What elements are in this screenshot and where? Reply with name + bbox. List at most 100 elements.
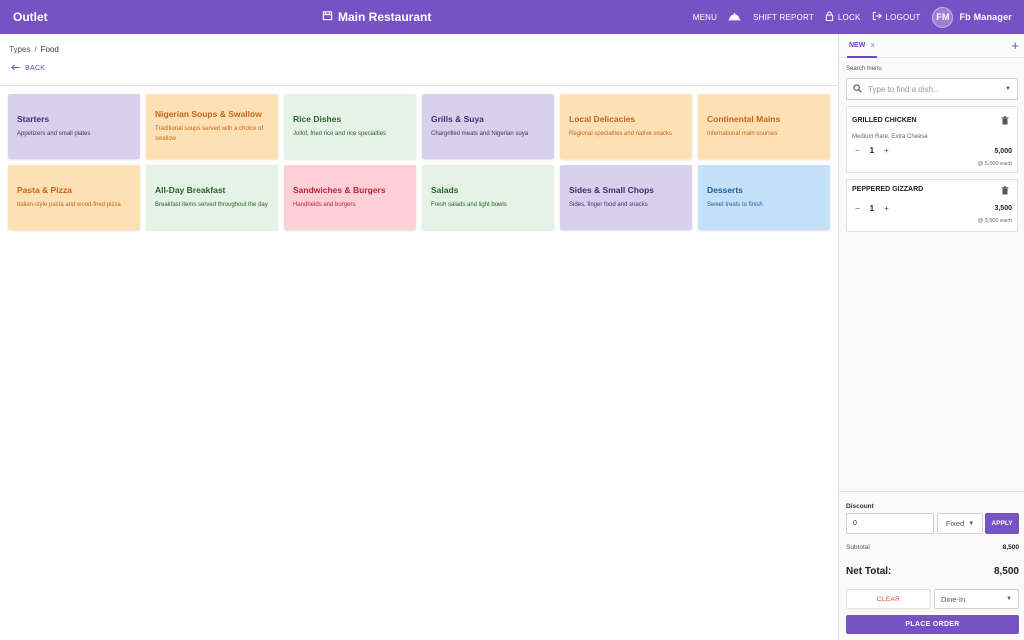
order-footer: Discount 0 Fixed ▼ APPLY Subtotal 8,500 … bbox=[839, 491, 1024, 640]
clear-button[interactable]: CLEAR bbox=[846, 589, 931, 609]
order-item: GRILLED CHICKEN Medium Rare, Extra Chees… bbox=[846, 106, 1018, 173]
trash-icon[interactable] bbox=[1001, 186, 1009, 197]
arrow-left-icon bbox=[11, 64, 20, 73]
breadcrumb-current: Food bbox=[40, 45, 59, 54]
category-card[interactable]: Salads Fresh salads and light bowls bbox=[422, 165, 554, 230]
subtotal-label: Subtotal bbox=[846, 544, 870, 551]
chevron-down-icon: ▼ bbox=[1006, 596, 1012, 602]
category-card[interactable]: Pasta & Pizza Italian-style pasta and woo… bbox=[8, 165, 140, 230]
category-title: Sides & Small Chops bbox=[569, 185, 655, 195]
category-title: Pasta & Pizza bbox=[17, 185, 72, 195]
category-card[interactable]: Continental Mains International main cour… bbox=[698, 94, 830, 159]
order-item-name: GRILLED CHICKEN bbox=[852, 117, 917, 124]
category-description: Handhelds and burgers bbox=[293, 202, 356, 208]
category-title: Nigerian Soups & Swallow bbox=[155, 109, 262, 119]
order-item: PEPPERED GIZZARD − 1 + 3,500 @ 3,500 eac… bbox=[846, 179, 1018, 232]
avatar[interactable]: FM bbox=[932, 6, 954, 28]
add-tab-button[interactable]: + bbox=[1011, 38, 1019, 53]
category-card[interactable]: Sandwiches & Burgers Handhelds and burger… bbox=[284, 165, 416, 230]
breadcrumb-types[interactable]: Types bbox=[9, 45, 30, 54]
shift-report-button[interactable]: SHIFT REPORT bbox=[728, 12, 814, 23]
main-content: Types / Food BACK Starters Appetizers and… bbox=[0, 34, 838, 640]
category-card[interactable]: Local Delicacies Regional specialties and… bbox=[560, 94, 692, 159]
trash-icon[interactable] bbox=[1001, 116, 1009, 127]
order-item-modifiers: Medium Rare, Extra Cheese bbox=[852, 134, 928, 140]
quantity-value: 1 bbox=[869, 204, 875, 213]
tab-new-order[interactable]: NEW × bbox=[847, 34, 878, 58]
category-card[interactable]: Starters Appetizers and small plates bbox=[8, 94, 140, 159]
breadcrumb: Types / Food bbox=[9, 45, 59, 54]
category-card[interactable]: Desserts Sweet treats to finish bbox=[698, 165, 830, 230]
back-button[interactable]: BACK bbox=[11, 64, 45, 73]
restaurant-selector[interactable]: Main Restaurant bbox=[322, 10, 431, 24]
quantity-value: 1 bbox=[869, 146, 875, 155]
plus-icon[interactable]: + bbox=[884, 204, 889, 213]
dine-option-label: Dine-In bbox=[941, 594, 966, 604]
category-title: All-Day Breakfast bbox=[155, 185, 226, 195]
net-total-value: 8,500 bbox=[993, 566, 1019, 577]
order-tabs: NEW × + bbox=[839, 34, 1024, 58]
search-input[interactable]: Type to find a dish... ▼ bbox=[846, 78, 1018, 100]
category-title: Rice Dishes bbox=[293, 114, 342, 124]
close-icon[interactable]: × bbox=[870, 41, 875, 50]
category-card[interactable]: Nigerian Soups & Swallow Traditional soup… bbox=[146, 94, 278, 159]
search-label: Search menu bbox=[846, 66, 882, 72]
category-description: Jollof, fried rice and rice specialties bbox=[293, 131, 387, 137]
category-description: Chargrilled meats and Nigerian suya bbox=[431, 131, 529, 137]
menu-label: MENU bbox=[692, 12, 718, 22]
subtotal-value: 8,500 bbox=[1002, 544, 1019, 551]
order-item-unit-price: @ 3,500 each bbox=[977, 218, 1012, 224]
username[interactable]: Fb Manager bbox=[959, 12, 1012, 22]
category-card[interactable]: Grills & Suya Chargrilled meats and Niger… bbox=[422, 94, 554, 159]
category-card[interactable]: Sides & Small Chops Sides, finger food an… bbox=[560, 165, 692, 230]
shift-report-label: SHIFT REPORT bbox=[753, 12, 814, 22]
search-placeholder: Type to find a dish... bbox=[868, 84, 940, 94]
category-description: Traditional soups served with a choice o… bbox=[155, 126, 264, 142]
category-title: Sandwiches & Burgers bbox=[293, 185, 386, 195]
chevron-down-icon[interactable]: ▼ bbox=[1005, 86, 1011, 92]
logout-button[interactable]: LOGOUT bbox=[872, 11, 921, 23]
category-title: Starters bbox=[17, 114, 50, 124]
store-icon bbox=[322, 10, 333, 24]
category-title: Desserts bbox=[707, 185, 743, 195]
category-title: Local Delicacies bbox=[569, 114, 636, 124]
category-grid: Starters Appetizers and small plates Nige… bbox=[8, 94, 830, 230]
back-label: BACK bbox=[25, 65, 46, 72]
cloche-icon bbox=[728, 12, 741, 23]
minus-icon[interactable]: − bbox=[855, 204, 860, 213]
logout-label: LOGOUT bbox=[885, 12, 921, 22]
minus-icon[interactable]: − bbox=[855, 146, 860, 155]
chevron-down-icon: ▼ bbox=[968, 520, 975, 527]
logout-icon bbox=[872, 11, 882, 23]
restaurant-name: Main Restaurant bbox=[338, 10, 432, 24]
discount-type-label: Fixed bbox=[945, 519, 965, 528]
category-card[interactable]: Rice Dishes Jollof, fried rice and rice s… bbox=[284, 94, 416, 159]
net-total-label: Net Total: bbox=[846, 566, 892, 577]
category-title: Salads bbox=[431, 185, 459, 195]
divider bbox=[0, 85, 838, 86]
tab-new-label: NEW bbox=[849, 41, 866, 49]
lock-icon bbox=[825, 11, 834, 23]
search-icon bbox=[853, 80, 862, 98]
category-description: Fresh salads and light bowls bbox=[431, 202, 507, 208]
discount-type-select[interactable]: Fixed ▼ bbox=[937, 513, 983, 534]
app-brand[interactable]: Outlet bbox=[13, 10, 48, 24]
discount-input[interactable]: 0 bbox=[846, 513, 934, 534]
header-nav: MENU SHIFT REPORT LOCK LOGOUT FM Fb Mana… bbox=[682, 6, 1012, 28]
lock-label: LOCK bbox=[837, 12, 861, 22]
menu-button[interactable]: MENU bbox=[693, 13, 717, 22]
quantity-stepper: − 1 + bbox=[855, 146, 889, 155]
plus-icon[interactable]: + bbox=[884, 146, 889, 155]
order-item-name: PEPPERED GIZZARD bbox=[852, 186, 924, 193]
category-title: Grills & Suya bbox=[431, 114, 484, 124]
place-order-button[interactable]: PLACE ORDER bbox=[846, 615, 1019, 634]
category-card[interactable]: All-Day Breakfast Breakfast items served … bbox=[146, 165, 278, 230]
lock-button[interactable]: LOCK bbox=[825, 11, 861, 23]
category-title: Continental Mains bbox=[707, 114, 781, 124]
category-description: Regional specialties and native snacks bbox=[569, 131, 673, 137]
category-description: Breakfast items served throughout the da… bbox=[155, 202, 268, 208]
order-item-unit-price: @ 5,000 each bbox=[977, 161, 1012, 167]
dine-option-select[interactable]: Dine-In ▼ bbox=[934, 589, 1019, 609]
apply-button[interactable]: APPLY bbox=[985, 513, 1019, 534]
breadcrumb-separator: / bbox=[34, 45, 37, 54]
